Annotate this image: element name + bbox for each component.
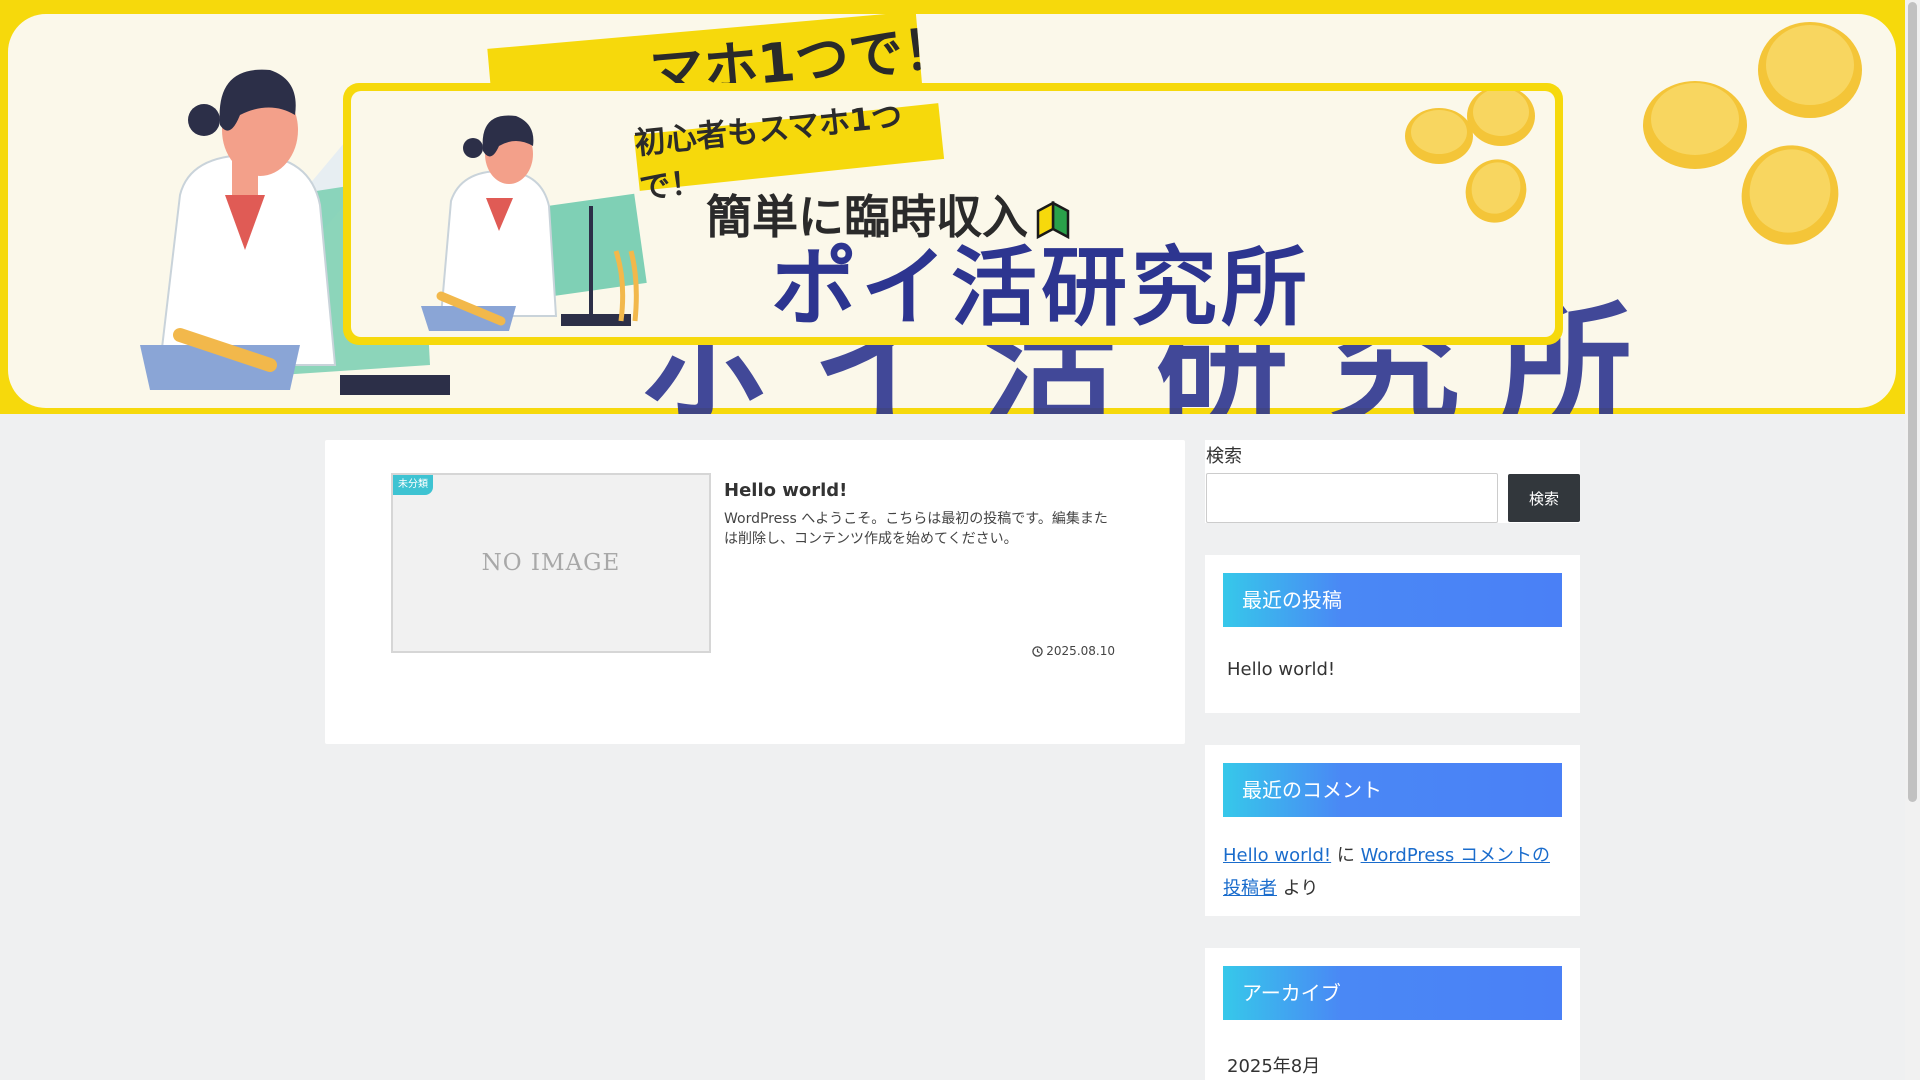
banner-catch-tag: 初心者もスマホ1つで！: [633, 98, 945, 207]
archives-widget: アーカイブ 2025年8月: [1205, 948, 1580, 1080]
inner-banner-card: 初心者もスマホ1つで！ 簡単に臨時収入 ポイ活研究所: [343, 83, 1563, 345]
search-button[interactable]: 検索: [1508, 474, 1580, 522]
recent-posts-widget: 最近の投稿 Hello world!: [1205, 555, 1580, 713]
page-scrollbar[interactable]: [1905, 0, 1920, 1080]
entry-date: 2025.08.10: [1032, 644, 1115, 658]
scrollbar-thumb[interactable]: [1908, 2, 1917, 802]
recent-posts-title: 最近の投稿: [1223, 573, 1562, 627]
search-label: 検索: [1206, 446, 1242, 467]
recent-comment-item: Hello world! に WordPress コメントの投稿者 より: [1223, 817, 1562, 905]
coins-illustration-right: [1643, 22, 1862, 245]
coins-illustration: [1405, 91, 1535, 223]
entry-snippet: WordPress へようこそ。こちらは最初の投稿です。編集または削除し、コンテ…: [724, 511, 1108, 547]
archives-title: アーカイブ: [1223, 966, 1562, 1020]
main-content: NO IMAGE 未分類 Hello world! WordPress へようこ…: [325, 440, 1185, 744]
no-image-text: NO IMAGE: [481, 550, 621, 576]
entry-title[interactable]: Hello world!: [724, 480, 847, 501]
archive-link[interactable]: 2025年8月: [1223, 1020, 1562, 1078]
entry-thumbnail[interactable]: NO IMAGE 未分類: [391, 473, 711, 653]
entry-card[interactable]: NO IMAGE 未分類 Hello world! WordPress へようこ…: [391, 473, 1115, 658]
clock-icon: [1032, 645, 1044, 657]
search-input[interactable]: [1206, 473, 1498, 523]
category-label: 未分類: [393, 475, 433, 495]
header-banner[interactable]: マホ1つで！ ポイ活研究所 初心者もスマホ1つで！ 簡単に臨時収入 ポイ活研究所: [0, 0, 1905, 414]
entry-date-text: 2025.08.10: [1046, 644, 1115, 658]
comment-suffix: より: [1282, 878, 1319, 899]
recent-comments-title: 最近のコメント: [1223, 763, 1562, 817]
recent-comments-widget: 最近のコメント Hello world! に WordPress コメントの投稿…: [1205, 745, 1580, 916]
comment-post-link[interactable]: Hello world!: [1223, 845, 1331, 866]
comment-connector: に: [1336, 845, 1355, 866]
recent-post-link[interactable]: Hello world!: [1223, 627, 1562, 680]
inner-banner-content: 初心者もスマホ1つで！ 簡単に臨時収入 ポイ活研究所: [351, 91, 1555, 337]
site-title[interactable]: ポイ活研究所: [771, 241, 1311, 336]
